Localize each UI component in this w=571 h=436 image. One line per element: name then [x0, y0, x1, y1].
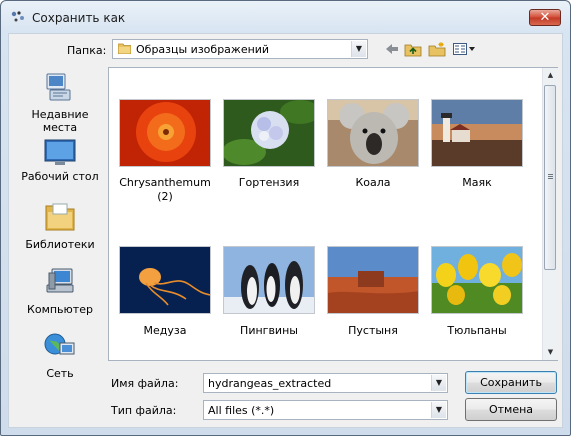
hydrangea-thumbnail[interactable] — [223, 99, 315, 167]
chevron-down-icon[interactable]: ▼ — [431, 375, 446, 391]
computer-icon — [46, 268, 74, 293]
filename-label: Имя файла: — [111, 377, 179, 390]
desert-thumbnail[interactable] — [327, 246, 419, 314]
file-label: Гортензия — [238, 176, 300, 189]
folder-icon — [118, 43, 131, 54]
filetype-select[interactable]: All files (*.*) ▼ — [203, 400, 448, 420]
paint-app-icon — [11, 11, 24, 22]
file-label: Пингвины — [240, 324, 298, 337]
new-folder-icon[interactable] — [427, 40, 447, 58]
filetype-value: All files (*.*) — [208, 404, 275, 417]
chrysanthemum-thumbnail[interactable] — [119, 99, 211, 167]
file-label: Медуза — [143, 324, 187, 337]
place-label: Библиотеки — [25, 238, 95, 251]
scroll-down-icon[interactable]: ▼ — [543, 345, 558, 360]
koala-thumbnail[interactable] — [327, 99, 419, 167]
file-label: Коала — [355, 176, 391, 189]
scroll-thumb[interactable] — [544, 85, 556, 270]
up-folder-icon[interactable] — [403, 40, 423, 58]
dialog-body: Папка: Образцы изображений ▼ Недавние ме… — [8, 33, 563, 428]
folder-value: Образцы изображений — [136, 43, 270, 56]
file-label: Пустыня — [348, 324, 398, 337]
file-label: Chrysanthemum (2) — [119, 176, 211, 203]
file-list-view[interactable]: Chrysanthemum (2) Гортензия Коала Маяк М… — [108, 67, 558, 361]
save-as-dialog: Сохранить как ✕ Папка: Образцы изображен… — [0, 0, 571, 436]
places-bar: Недавние места Рабочий стол Библиотеки К… — [13, 67, 107, 380]
tulips-thumbnail[interactable] — [431, 246, 523, 314]
cancel-button[interactable]: Отмена — [465, 398, 557, 421]
dialog-title: Сохранить как — [32, 11, 126, 25]
save-button[interactable]: Сохранить — [465, 371, 557, 394]
chevron-down-icon[interactable]: ▼ — [351, 41, 366, 57]
close-button[interactable]: ✕ — [529, 9, 561, 26]
place-label: Рабочий стол — [21, 170, 99, 183]
file-label: Маяк — [462, 176, 492, 189]
vertical-scrollbar[interactable]: ▲ ▼ — [542, 68, 558, 360]
scroll-up-icon[interactable]: ▲ — [543, 68, 558, 83]
penguins-thumbnail[interactable] — [223, 246, 315, 314]
back-arrow-icon[interactable] — [382, 40, 402, 58]
jellyfish-thumbnail[interactable] — [119, 246, 211, 314]
desktop-icon — [44, 139, 76, 165]
lighthouse-thumbnail[interactable] — [431, 99, 523, 167]
libraries-icon — [45, 203, 75, 231]
place-label: Компьютер — [27, 303, 93, 316]
filetype-label: Тип файла: — [111, 404, 177, 417]
network-icon — [44, 333, 75, 355]
folder-label: Папка: — [67, 44, 107, 57]
title-bar[interactable]: Сохранить как ✕ — [1, 1, 570, 33]
file-label: Тюльпаны — [447, 324, 507, 337]
filename-value: hydrangeas_extracted — [208, 377, 332, 390]
filename-input[interactable]: hydrangeas_extracted ▼ — [203, 373, 448, 393]
folder-combo[interactable]: Образцы изображений ▼ — [112, 39, 368, 59]
place-label: Недавние места — [31, 108, 89, 134]
recent-places-icon — [46, 73, 71, 101]
place-label: Сеть — [46, 367, 74, 380]
view-menu-icon[interactable] — [452, 40, 478, 58]
chevron-down-icon[interactable]: ▼ — [431, 402, 446, 418]
